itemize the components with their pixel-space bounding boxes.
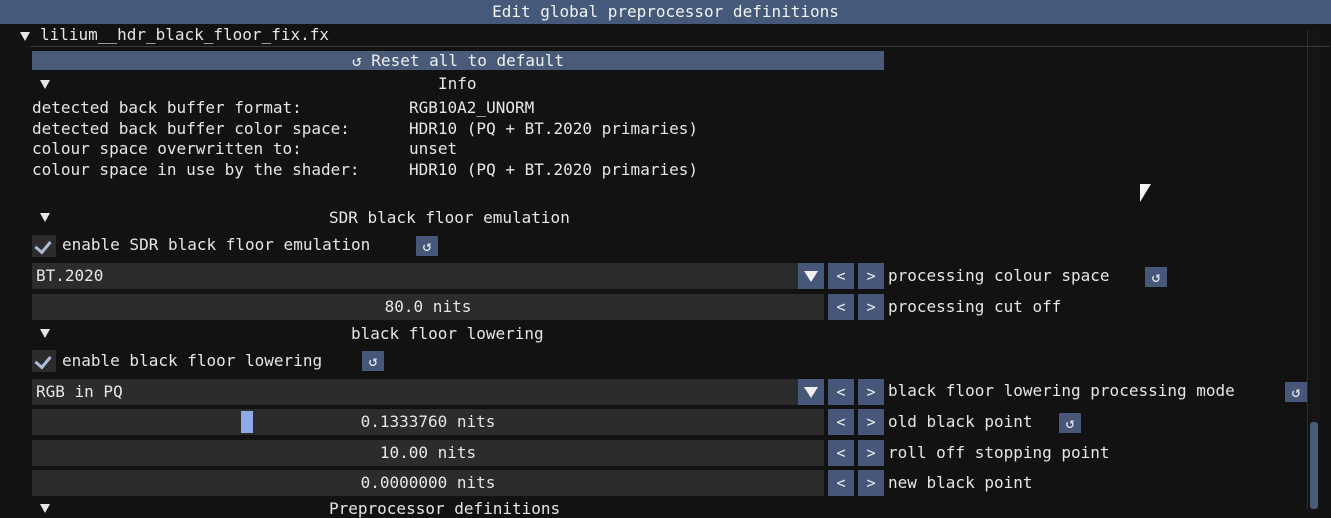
collapse-arrow-icon[interactable] [20, 32, 30, 41]
chevron-down-icon[interactable] [798, 379, 824, 405]
processing-colour-space-label: processing colour space [888, 266, 1110, 285]
sdr-enable-label: enable SDR black floor emulation [62, 235, 371, 254]
slider-grab-handle[interactable] [241, 411, 253, 433]
sdr-enable-checkbox[interactable] [32, 235, 56, 257]
shader-file-node[interactable]: lilium__hdr_black_floor_fix.fx [40, 25, 329, 44]
decrement-button[interactable]: < [828, 470, 854, 496]
separator [30, 46, 1330, 47]
increment-button[interactable]: > [858, 470, 884, 496]
increment-button[interactable]: > [858, 263, 884, 289]
info-label: colour space in use by the shader: [32, 160, 360, 179]
processing-cut-off-slider[interactable]: 80.0 nits [32, 294, 824, 320]
decrement-button[interactable]: < [828, 379, 854, 405]
info-label: colour space overwritten to: [32, 139, 302, 158]
decrement-button[interactable]: < [828, 440, 854, 466]
info-value: RGB10A2_UNORM [409, 98, 535, 117]
new-black-point-label: new black point [888, 473, 1033, 492]
processing-mode-select[interactable]: RGB in PQ [32, 379, 800, 405]
lowering-enable-checkbox[interactable] [32, 350, 56, 372]
roll-off-stopping-point-slider[interactable]: 10.00 nits [32, 440, 824, 466]
increment-button[interactable]: > [858, 379, 884, 405]
collapse-arrow-icon[interactable] [40, 213, 50, 222]
window-title[interactable]: Edit global preprocessor definitions [0, 0, 1331, 24]
decrement-button[interactable]: < [828, 263, 854, 289]
chevron-down-icon[interactable] [798, 263, 824, 289]
reset-icon[interactable]: ↺ [416, 236, 438, 256]
processing-colour-space-select[interactable]: BT.2020 [32, 263, 800, 289]
info-value: HDR10 (PQ + BT.2020 primaries) [409, 160, 698, 179]
old-black-point-slider[interactable]: 0.1333760 nits [32, 409, 824, 435]
reset-icon[interactable]: ↺ [362, 351, 384, 371]
info-label: detected back buffer color space: [32, 119, 350, 138]
processing-mode-label: black floor lowering processing mode [888, 381, 1235, 400]
roll-off-stopping-point-label: roll off stopping point [888, 443, 1110, 462]
reset-icon[interactable]: ↺ [1059, 413, 1081, 433]
decrement-button[interactable]: < [828, 294, 854, 320]
increment-button[interactable]: > [858, 294, 884, 320]
info-header[interactable]: Info [438, 74, 477, 93]
scrollbar-thumb[interactable] [1310, 422, 1318, 509]
reset-icon[interactable]: ↺ [1285, 382, 1307, 402]
reset-all-button[interactable]: ↺ Reset all to default [32, 51, 884, 70]
panel-divider [1307, 30, 1308, 509]
processing-cut-off-label: processing cut off [888, 297, 1062, 316]
sdr-section-header[interactable]: SDR black floor emulation [329, 208, 570, 227]
old-black-point-label: old black point [888, 412, 1033, 431]
collapse-arrow-icon[interactable] [40, 329, 50, 338]
info-value: unset [409, 139, 458, 158]
reset-icon[interactable]: ↺ [1145, 267, 1167, 287]
increment-button[interactable]: > [858, 440, 884, 466]
increment-button[interactable]: > [858, 409, 884, 435]
new-black-point-slider[interactable]: 0.0000000 nits [32, 470, 824, 496]
lowering-enable-label: enable black floor lowering [62, 351, 323, 370]
info-value: HDR10 (PQ + BT.2020 primaries) [409, 119, 698, 138]
collapse-arrow-icon[interactable] [40, 80, 50, 89]
info-label: detected back buffer format: [32, 98, 302, 117]
lowering-section-header[interactable]: black floor lowering [351, 324, 544, 343]
decrement-button[interactable]: < [828, 409, 854, 435]
mouse-cursor-icon [1140, 184, 1151, 202]
